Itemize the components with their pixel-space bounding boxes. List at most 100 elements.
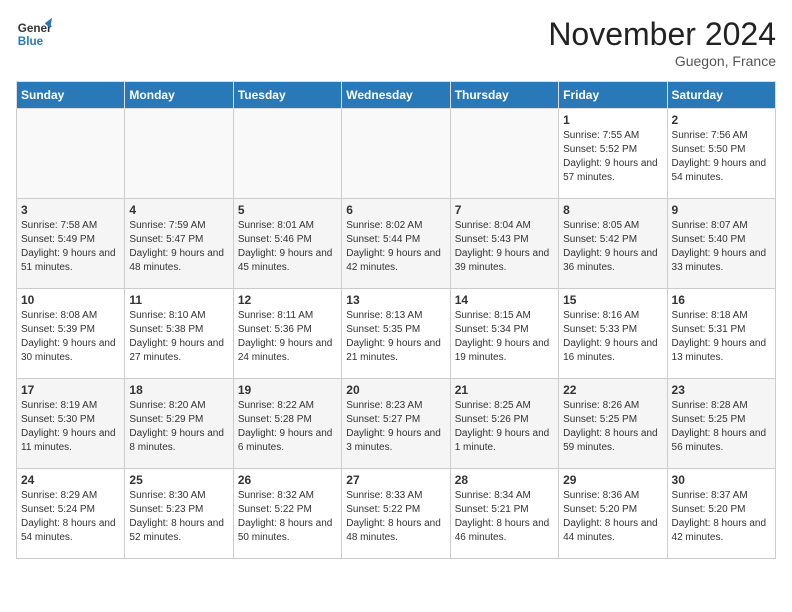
calendar-cell: 19 Sunrise: 8:22 AM Sunset: 5:28 PM Dayli… xyxy=(233,379,341,469)
day-info: Sunrise: 8:33 AM Sunset: 5:22 PM Dayligh… xyxy=(346,489,445,545)
day-info: Sunrise: 8:19 AM Sunset: 5:30 PM Dayligh… xyxy=(21,399,120,455)
day-number: 5 xyxy=(238,203,337,217)
day-number: 1 xyxy=(563,113,662,127)
calendar-cell: 14Sunrise: 8:15 AM Sunset: 5:34 PM Dayli… xyxy=(450,289,558,379)
day-number: 7 xyxy=(455,203,554,217)
day-number: 18 xyxy=(129,383,228,397)
logo: General Blue xyxy=(16,16,52,52)
calendar-cell xyxy=(125,109,233,199)
column-header-wednesday: Wednesday xyxy=(342,82,450,109)
day-number: 24 xyxy=(21,473,120,487)
column-header-monday: Monday xyxy=(125,82,233,109)
day-number: 12 xyxy=(238,293,337,307)
day-number: 3 xyxy=(21,203,120,217)
day-info: Sunrise: 7:58 AM Sunset: 5:49 PM Dayligh… xyxy=(21,219,120,275)
calendar-cell: 8 Sunrise: 8:05 AM Sunset: 5:42 PM Daylig… xyxy=(559,199,667,289)
day-number: 11 xyxy=(129,293,228,307)
day-number: 22 xyxy=(563,383,662,397)
calendar-cell: 13 Sunrise: 8:13 AM Sunset: 5:35 PM Dayli… xyxy=(342,289,450,379)
day-info: Sunrise: 8:25 AM Sunset: 5:26 PM Dayligh… xyxy=(455,399,554,455)
day-number: 14 xyxy=(455,293,554,307)
day-number: 19 xyxy=(238,383,337,397)
column-header-tuesday: Tuesday xyxy=(233,82,341,109)
day-number: 26 xyxy=(238,473,337,487)
calendar-cell: 3 Sunrise: 7:58 AM Sunset: 5:49 PM Daylig… xyxy=(17,199,125,289)
day-number: 8 xyxy=(563,203,662,217)
calendar-cell xyxy=(233,109,341,199)
day-info: Sunrise: 8:11 AM Sunset: 5:36 PM Dayligh… xyxy=(238,309,337,365)
calendar-cell: 20Sunrise: 8:23 AM Sunset: 5:27 PM Dayli… xyxy=(342,379,450,469)
calendar-cell: 4 Sunrise: 7:59 AM Sunset: 5:47 PM Daylig… xyxy=(125,199,233,289)
calendar-cell: 12 Sunrise: 8:11 AM Sunset: 5:36 PM Dayli… xyxy=(233,289,341,379)
calendar-week-3: 10 Sunrise: 8:08 AM Sunset: 5:39 PM Dayli… xyxy=(17,289,776,379)
day-info: Sunrise: 8:16 AM Sunset: 5:33 PM Dayligh… xyxy=(563,309,662,365)
calendar-cell: 29 Sunrise: 8:36 AM Sunset: 5:20 PM Dayli… xyxy=(559,469,667,559)
logo-icon: General Blue xyxy=(16,16,52,52)
calendar-cell: 15 Sunrise: 8:16 AM Sunset: 5:33 PM Dayli… xyxy=(559,289,667,379)
day-number: 15 xyxy=(563,293,662,307)
month-title: November 2024 xyxy=(548,16,776,53)
day-info: Sunrise: 7:56 AM Sunset: 5:50 PM Dayligh… xyxy=(672,129,771,185)
page-header: General Blue November 2024 Guegon, Franc… xyxy=(16,16,776,69)
calendar-cell: 18 Sunrise: 8:20 AM Sunset: 5:29 PM Dayli… xyxy=(125,379,233,469)
day-number: 21 xyxy=(455,383,554,397)
day-number: 6 xyxy=(346,203,445,217)
day-number: 17 xyxy=(21,383,120,397)
day-info: Sunrise: 8:29 AM Sunset: 5:24 PM Dayligh… xyxy=(21,489,120,545)
calendar-cell: 7 Sunrise: 8:04 AM Sunset: 5:43 PM Daylig… xyxy=(450,199,558,289)
calendar-week-2: 3 Sunrise: 7:58 AM Sunset: 5:49 PM Daylig… xyxy=(17,199,776,289)
day-info: Sunrise: 7:55 AM Sunset: 5:52 PM Dayligh… xyxy=(563,129,662,185)
day-number: 10 xyxy=(21,293,120,307)
calendar-cell xyxy=(450,109,558,199)
day-number: 2 xyxy=(672,113,771,127)
day-info: Sunrise: 8:36 AM Sunset: 5:20 PM Dayligh… xyxy=(563,489,662,545)
day-info: Sunrise: 8:07 AM Sunset: 5:40 PM Dayligh… xyxy=(672,219,771,275)
calendar-cell xyxy=(17,109,125,199)
calendar-cell: 28Sunrise: 8:34 AM Sunset: 5:21 PM Dayli… xyxy=(450,469,558,559)
day-info: Sunrise: 8:32 AM Sunset: 5:22 PM Dayligh… xyxy=(238,489,337,545)
day-number: 4 xyxy=(129,203,228,217)
calendar-cell: 22 Sunrise: 8:26 AM Sunset: 5:25 PM Dayli… xyxy=(559,379,667,469)
day-info: Sunrise: 8:30 AM Sunset: 5:23 PM Dayligh… xyxy=(129,489,228,545)
day-info: Sunrise: 8:01 AM Sunset: 5:46 PM Dayligh… xyxy=(238,219,337,275)
day-info: Sunrise: 8:02 AM Sunset: 5:44 PM Dayligh… xyxy=(346,219,445,275)
column-header-friday: Friday xyxy=(559,82,667,109)
day-info: Sunrise: 8:13 AM Sunset: 5:35 PM Dayligh… xyxy=(346,309,445,365)
day-number: 9 xyxy=(672,203,771,217)
day-info: Sunrise: 8:05 AM Sunset: 5:42 PM Dayligh… xyxy=(563,219,662,275)
calendar-cell: 26 Sunrise: 8:32 AM Sunset: 5:22 PM Dayli… xyxy=(233,469,341,559)
calendar-cell: 23Sunrise: 8:28 AM Sunset: 5:25 PM Dayli… xyxy=(667,379,775,469)
day-info: Sunrise: 8:20 AM Sunset: 5:29 PM Dayligh… xyxy=(129,399,228,455)
calendar-cell: 25 Sunrise: 8:30 AM Sunset: 5:23 PM Dayli… xyxy=(125,469,233,559)
calendar-cell: 6 Sunrise: 8:02 AM Sunset: 5:44 PM Daylig… xyxy=(342,199,450,289)
day-number: 23 xyxy=(672,383,771,397)
day-info: Sunrise: 8:34 AM Sunset: 5:21 PM Dayligh… xyxy=(455,489,554,545)
day-info: Sunrise: 8:10 AM Sunset: 5:38 PM Dayligh… xyxy=(129,309,228,365)
calendar-cell: 21 Sunrise: 8:25 AM Sunset: 5:26 PM Dayli… xyxy=(450,379,558,469)
column-header-thursday: Thursday xyxy=(450,82,558,109)
day-number: 13 xyxy=(346,293,445,307)
day-info: Sunrise: 8:04 AM Sunset: 5:43 PM Dayligh… xyxy=(455,219,554,275)
calendar-header-row: SundayMondayTuesdayWednesdayThursdayFrid… xyxy=(17,82,776,109)
calendar-cell: 11 Sunrise: 8:10 AM Sunset: 5:38 PM Dayli… xyxy=(125,289,233,379)
day-number: 29 xyxy=(563,473,662,487)
day-number: 25 xyxy=(129,473,228,487)
day-info: Sunrise: 8:08 AM Sunset: 5:39 PM Dayligh… xyxy=(21,309,120,365)
calendar-week-4: 17 Sunrise: 8:19 AM Sunset: 5:30 PM Dayli… xyxy=(17,379,776,469)
calendar-cell: 17 Sunrise: 8:19 AM Sunset: 5:30 PM Dayli… xyxy=(17,379,125,469)
day-info: Sunrise: 8:22 AM Sunset: 5:28 PM Dayligh… xyxy=(238,399,337,455)
column-header-sunday: Sunday xyxy=(17,82,125,109)
day-number: 20 xyxy=(346,383,445,397)
calendar-cell: 5 Sunrise: 8:01 AM Sunset: 5:46 PM Daylig… xyxy=(233,199,341,289)
svg-text:Blue: Blue xyxy=(18,35,44,48)
day-info: Sunrise: 7:59 AM Sunset: 5:47 PM Dayligh… xyxy=(129,219,228,275)
calendar-cell xyxy=(342,109,450,199)
calendar-cell: 10 Sunrise: 8:08 AM Sunset: 5:39 PM Dayli… xyxy=(17,289,125,379)
day-number: 30 xyxy=(672,473,771,487)
column-header-saturday: Saturday xyxy=(667,82,775,109)
location: Guegon, France xyxy=(548,53,776,69)
calendar-cell: 24 Sunrise: 8:29 AM Sunset: 5:24 PM Dayli… xyxy=(17,469,125,559)
title-block: November 2024 Guegon, France xyxy=(548,16,776,69)
day-info: Sunrise: 8:26 AM Sunset: 5:25 PM Dayligh… xyxy=(563,399,662,455)
calendar-table: SundayMondayTuesdayWednesdayThursdayFrid… xyxy=(16,81,776,559)
